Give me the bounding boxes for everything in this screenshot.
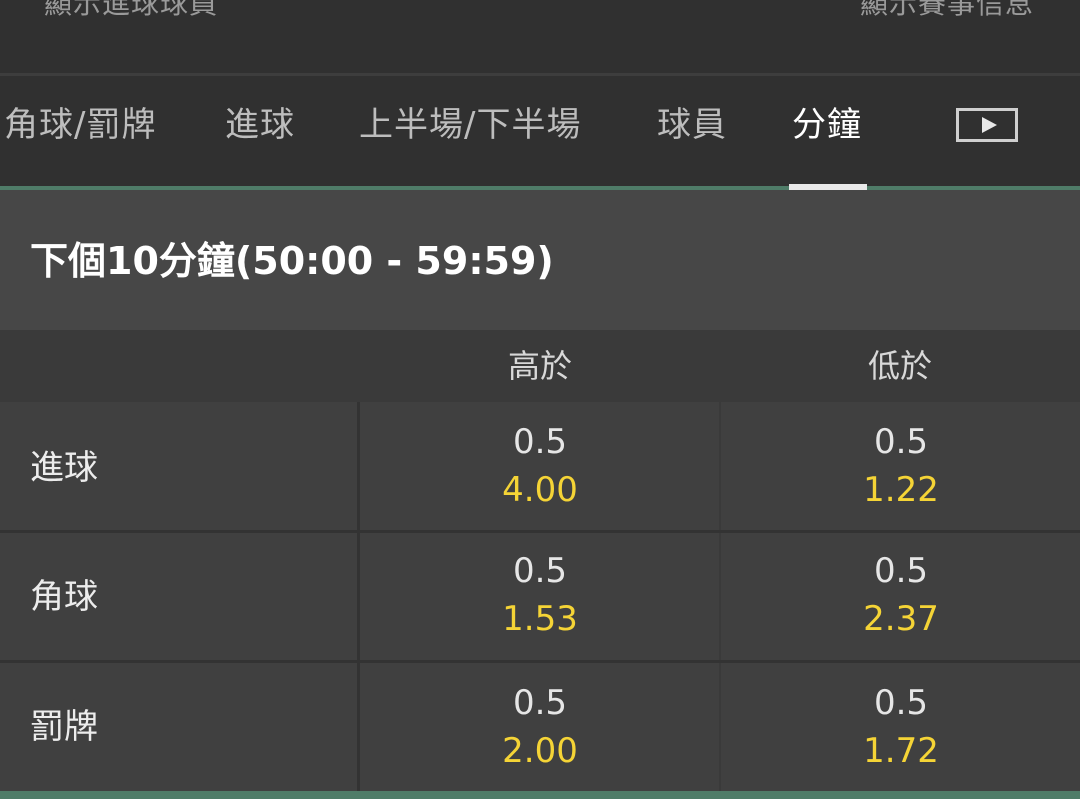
play-triangle-icon [982, 117, 997, 133]
tab-players[interactable]: 球員 [657, 76, 727, 186]
row-divider [0, 530, 1080, 533]
tab-halves[interactable]: 上半場/下半場 [359, 76, 581, 186]
market-tab-bar: 角球/罰牌 進球 上半場/下半場 球員 分鐘 [0, 76, 1080, 186]
row-divider [0, 660, 1080, 663]
top-info-strip: 顯示進球球員 顯示賽事信息 [0, 0, 1080, 74]
over-odds-button[interactable]: 0.5 2.00 [440, 680, 640, 776]
over-line: 0.5 [512, 551, 568, 591]
over-odds: 2.00 [502, 731, 578, 771]
under-odds-button[interactable]: 0.5 1.72 [801, 680, 1001, 776]
show-goal-scorers-link[interactable]: 顯示進球球員 [44, 0, 218, 24]
column-divider [357, 402, 360, 792]
market-title: 下個10分鐘(50:00 - 59:59) [30, 239, 554, 283]
under-odds-button[interactable]: 0.5 1.22 [801, 419, 1001, 515]
under-line: 0.5 [873, 551, 929, 591]
market-bottom-line [0, 791, 1080, 799]
tab-corners-cards[interactable]: 角球/罰牌 [4, 76, 156, 186]
row-label-corners: 角球 [30, 577, 98, 617]
under-line: 0.5 [873, 683, 929, 723]
over-odds-button[interactable]: 0.5 1.53 [440, 548, 640, 644]
over-odds: 1.53 [502, 599, 578, 639]
under-odds: 2.37 [863, 599, 939, 639]
over-line: 0.5 [512, 683, 568, 723]
column-header-under: 低於 [867, 347, 932, 385]
under-odds: 1.22 [863, 470, 939, 510]
over-odds-button[interactable]: 0.5 4.00 [440, 419, 640, 515]
under-line: 0.5 [873, 422, 929, 462]
over-odds: 4.00 [502, 470, 578, 510]
under-odds-button[interactable]: 0.5 2.37 [801, 548, 1001, 644]
column-divider [719, 402, 721, 792]
row-label-goals: 進球 [30, 448, 98, 488]
over-line: 0.5 [512, 422, 568, 462]
under-odds: 1.72 [863, 731, 939, 771]
tab-minutes[interactable]: 分鐘 [792, 76, 862, 186]
play-video-icon[interactable] [956, 108, 1018, 142]
show-match-info-link[interactable]: 顯示賽事信息 [860, 0, 1034, 24]
tab-goals[interactable]: 進球 [225, 76, 295, 186]
page: 顯示進球球員 顯示賽事信息 角球/罰牌 進球 上半場/下半場 球員 分鐘 下個1… [0, 0, 1080, 799]
row-label-cards: 罰牌 [30, 707, 98, 747]
column-header-over: 高於 [507, 347, 572, 385]
